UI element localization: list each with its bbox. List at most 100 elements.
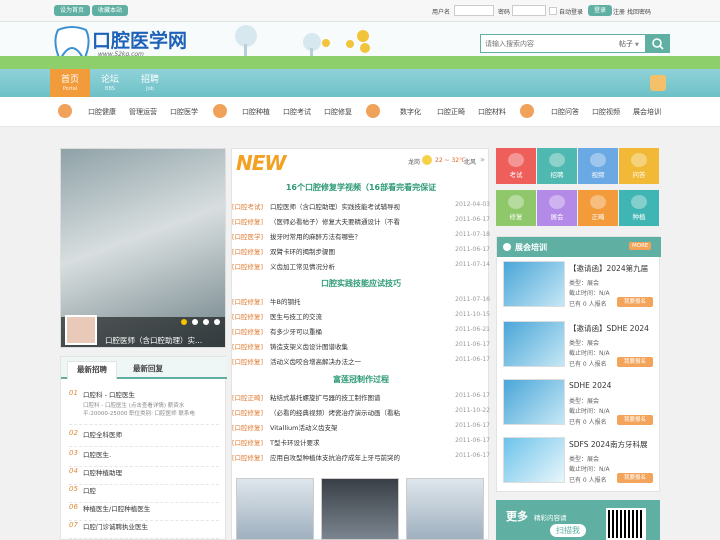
slider-dot[interactable]	[192, 319, 198, 325]
news-text[interactable]: 应用自攻型种植体支抗治疗成年上牙弓前突的	[270, 452, 440, 462]
news-cat[interactable]: [口腔正畸]	[232, 392, 263, 402]
news-cat[interactable]: [口腔修复]	[232, 452, 263, 462]
news-text[interactable]: 活动义齿咬合增高解决办法之一	[270, 356, 440, 366]
edit-icon[interactable]	[650, 75, 666, 91]
news-item[interactable]: [口腔考试] 口腔医师（含口腔助理）实践技能考试辅导视 2012-04-03	[232, 201, 490, 215]
tile-implant[interactable]: 种植	[619, 190, 659, 226]
expo-item[interactable]: SDFS 2024南方牙科展 类型：展会 截止时间：N/A 已有 0 人报名 我…	[503, 437, 655, 489]
category-item[interactable]: 管理运营	[129, 107, 157, 117]
news-cat[interactable]: [口腔修复]	[232, 356, 263, 366]
news-item[interactable]: [口腔修复] T型卡环设计要求 2011-06-17	[232, 437, 490, 451]
news-text[interactable]: （医师必看帖子）修复大夫要精通设计（不看	[270, 216, 440, 226]
slider-dot[interactable]	[203, 319, 209, 325]
news-cat[interactable]: [口腔修复]	[232, 407, 263, 417]
news-item[interactable]: [口腔修复] （必看的经典视频）烤瓷冶疗演示动画（看粘 2011-10-22	[232, 407, 490, 421]
nav-tab-bbs[interactable]: 论坛 BBS	[90, 69, 130, 97]
tile-video[interactable]: 视频	[578, 148, 618, 184]
expo-item[interactable]: SDHE 2024 类型：展会 截止时间：N/A 已有 0 人报名 我要报名	[503, 379, 655, 431]
category-item[interactable]: 数字化	[400, 107, 421, 117]
news-cat[interactable]: [口腔修复]	[232, 437, 263, 447]
slider-dot[interactable]	[181, 319, 187, 325]
news-text[interactable]: 拔牙时常用的麻醉方法有哪些？	[270, 231, 440, 241]
login-button[interactable]: 登录	[588, 5, 613, 16]
tile-qa[interactable]: 问答	[619, 148, 659, 184]
dental-image-thumb[interactable]	[321, 478, 399, 540]
expo-item[interactable]: 【邀请函】2024第九届 类型：展会 截止时间：N/A 已有 0 人报名 我要报…	[503, 261, 655, 313]
slider[interactable]: 口腔医师（含口腔助理）实...	[60, 148, 226, 348]
auto-login-checkbox[interactable]	[549, 7, 557, 15]
apply-button[interactable]: 我要报名	[617, 415, 653, 425]
apply-button[interactable]: 我要报名	[617, 297, 653, 307]
forgot-password-link[interactable]: 找回密码	[627, 7, 651, 16]
expo-item-title[interactable]: 【邀请函】SDHE 2024	[569, 323, 649, 334]
headline-3[interactable]: 富莲冠制作过程	[232, 374, 490, 385]
expo-item[interactable]: 【邀请函】SDHE 2024 类型：展会 截止时间：N/A 已有 0 人报名 我…	[503, 321, 655, 373]
category-item[interactable]: 口腔正畸	[437, 107, 465, 117]
headline-2[interactable]: 口腔实践技能应试技巧	[232, 278, 490, 289]
job-title[interactable]: 口腔	[83, 485, 96, 495]
tile-repair[interactable]: 修复	[496, 190, 536, 226]
expo-item-title[interactable]: 【邀请函】2024第九届	[569, 263, 648, 274]
job-item[interactable]: 07 口腔门诊诚聘执业医生	[69, 519, 219, 539]
tile-exam[interactable]: 考试	[496, 148, 536, 184]
username-input[interactable]	[454, 5, 494, 16]
category-item[interactable]: 口腔种植	[242, 107, 270, 117]
dental-image-thumb[interactable]	[406, 478, 484, 540]
news-text[interactable]: 口腔医师（含口腔助理）实践技能考试辅导视	[270, 201, 440, 211]
nav-tab-home[interactable]: 首页 Portal	[50, 69, 90, 97]
news-cat[interactable]: [口腔修复]	[232, 326, 263, 336]
job-title[interactable]: 口腔全科医师	[83, 429, 122, 439]
news-item[interactable]: [口腔修复] （医师必看帖子）修复大夫要精通设计（不看 2011-06-17	[232, 216, 490, 230]
tile-expo[interactable]: 展会	[537, 190, 577, 226]
dental-image-thumb[interactable]	[236, 478, 314, 540]
news-item[interactable]: [口腔医学] 拔牙时常用的麻醉方法有哪些？ 2011-07-18	[232, 231, 490, 245]
category-item[interactable]: 口腔材料	[478, 107, 506, 117]
nav-tab-job[interactable]: 招聘 Job	[130, 69, 170, 97]
apply-button[interactable]: 我要报名	[617, 473, 653, 483]
job-item[interactable]: 02 口腔全科医师	[69, 427, 219, 447]
search-scope-select[interactable]: 帖子	[619, 39, 633, 49]
category-item[interactable]: 口腔问答	[551, 107, 579, 117]
category-item[interactable]: 口腔修复	[324, 107, 352, 117]
news-item[interactable]: [口腔修复] 牛B的钢托 2011-07-16	[232, 296, 490, 310]
tile-jobs[interactable]: 招聘	[537, 148, 577, 184]
news-item[interactable]: [口腔修复] 义齿加工常见情况分析 2011-07-14	[232, 261, 490, 275]
job-title[interactable]: 口腔门诊诚聘执业医生	[83, 521, 148, 531]
news-text[interactable]: （必看的经典视频）烤瓷冶疗演示动画（看粘	[270, 407, 440, 417]
job-title[interactable]: 口腔科 - 口腔医生	[83, 389, 135, 399]
expo-thumb[interactable]	[503, 261, 565, 307]
tab-latest-replies[interactable]: 最新回复	[123, 361, 173, 379]
slider-caption[interactable]: 口腔医师（含口腔助理）实...	[105, 335, 202, 346]
expo-thumb[interactable]	[503, 437, 565, 483]
password-input[interactable]	[512, 5, 546, 16]
expo-item-title[interactable]: SDHE 2024	[569, 381, 611, 390]
job-title[interactable]: 种植医生/口腔种植医生	[83, 503, 150, 513]
search-button[interactable]	[646, 34, 670, 53]
apply-button[interactable]: 我要报名	[617, 357, 653, 367]
category-item[interactable]: 口腔视频	[592, 107, 620, 117]
search-input[interactable]	[485, 38, 595, 50]
news-text[interactable]: Vitallium活动义齿支架	[270, 422, 440, 432]
news-item[interactable]: [口腔修复] 铸造支架义齿设计图谱收集 2011-06-17	[232, 341, 490, 355]
expo-item-title[interactable]: SDFS 2024南方牙科展	[569, 439, 647, 450]
category-item[interactable]: 口腔健康	[88, 107, 116, 117]
slider-dot[interactable]	[214, 319, 220, 325]
news-text[interactable]: 双臂卡环的揭制步骤图	[270, 246, 440, 256]
job-item[interactable]: 06 种植医生/口腔种植医生	[69, 501, 219, 521]
news-cat[interactable]: [口腔修复]	[232, 246, 263, 256]
job-item[interactable]: 03 口腔医生.	[69, 447, 219, 467]
job-title[interactable]: 口腔种植助理	[83, 467, 122, 477]
news-text[interactable]: 铸造支架义齿设计图谱收集	[270, 341, 440, 351]
job-item[interactable]: 05 口腔	[69, 483, 219, 503]
news-text[interactable]: 牛B的钢托	[270, 296, 440, 306]
news-text[interactable]: 有多少牙可以重桶	[270, 326, 440, 336]
news-item[interactable]: [口腔修复] 有多少牙可以重桶 2011-06-21	[232, 326, 490, 340]
news-cat[interactable]: [口腔考试]	[232, 201, 263, 211]
expo-thumb[interactable]	[503, 379, 565, 425]
category-item[interactable]: 口腔考试	[283, 107, 311, 117]
tile-ortho[interactable]: 正畸	[578, 190, 618, 226]
news-item[interactable]: [口腔修复] Vitallium活动义齿支架 2011-06-17	[232, 422, 490, 436]
category-item[interactable]: 口腔医学	[170, 107, 198, 117]
news-item[interactable]: [口腔修复] 医生与技工的交流 2011-10-15	[232, 311, 490, 325]
news-cat[interactable]: [口腔修复]	[232, 422, 263, 432]
